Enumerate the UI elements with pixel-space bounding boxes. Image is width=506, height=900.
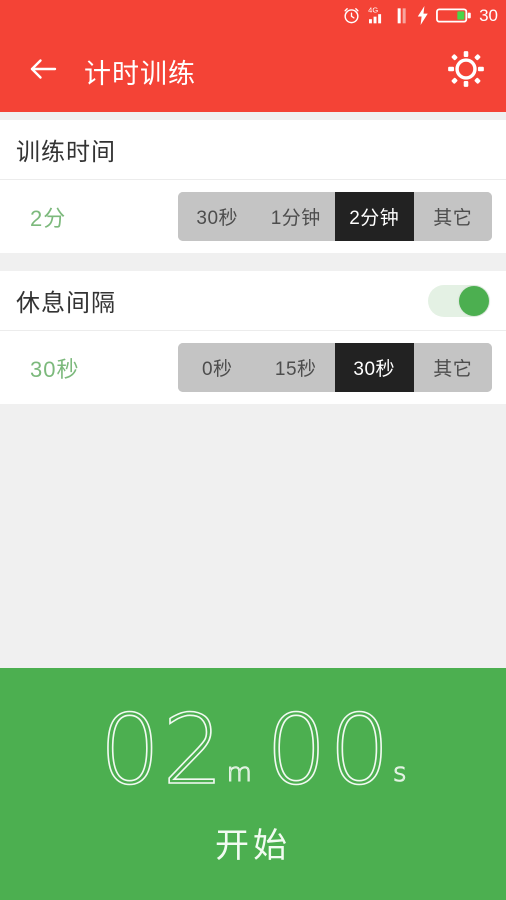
spacer-between-sections xyxy=(0,253,506,271)
battery-level-label: 30 xyxy=(479,5,498,25)
svg-text:4G: 4G xyxy=(368,6,378,15)
section-row-rest-interval: 30秒 0秒 15秒 30秒 其它 xyxy=(0,331,506,404)
status-bar-icons: 4G 30 xyxy=(342,5,498,25)
timer-seconds: 00 xyxy=(265,693,393,806)
selected-value-label: 2分 xyxy=(30,205,67,231)
segment-option-other[interactable]: 其它 xyxy=(413,343,492,392)
segmented-control-training-time[interactable]: 30秒 1分钟 2分钟 其它 xyxy=(178,192,492,241)
section-title: 训练时间 xyxy=(16,139,116,166)
page-title: 计时训练 xyxy=(84,58,196,89)
section-row-training-time: 2分 30秒 1分钟 2分钟 其它 xyxy=(0,180,506,253)
timer-display: 02 m 00 s xyxy=(99,693,408,806)
signal-bars-icon xyxy=(397,5,410,25)
status-bar: 4G 30 xyxy=(0,0,506,30)
gear-icon xyxy=(447,50,485,93)
selected-value-label: 30秒 xyxy=(30,356,80,382)
signal-4g-icon: 4G xyxy=(368,5,390,25)
back-button[interactable] xyxy=(12,40,74,102)
timer-seconds-unit: s xyxy=(393,757,408,788)
alarm-clock-icon xyxy=(342,6,361,25)
arrow-left-icon xyxy=(26,52,60,91)
segmented-control-rest-interval[interactable]: 0秒 15秒 30秒 其它 xyxy=(178,343,492,392)
section-header-training-time: 训练时间 xyxy=(0,120,506,180)
start-button-label[interactable]: 开始 xyxy=(215,818,291,867)
settings-content: 训练时间 2分 30秒 1分钟 2分钟 其它 休息间隔 30秒 0秒 15秒 3… xyxy=(0,112,506,668)
segment-option-other[interactable]: 其它 xyxy=(413,192,492,241)
segment-option-30s[interactable]: 30秒 xyxy=(178,192,257,241)
start-timer-panel[interactable]: 02 m 00 s 开始 xyxy=(0,668,506,900)
empty-space xyxy=(0,404,506,668)
section-title: 休息间隔 xyxy=(16,290,116,317)
segment-option-1min[interactable]: 1分钟 xyxy=(256,192,335,241)
section-header-rest-interval: 休息间隔 xyxy=(0,271,506,331)
segment-option-0s[interactable]: 0秒 xyxy=(178,343,257,392)
toggle-knob xyxy=(459,285,489,316)
rest-interval-toggle[interactable] xyxy=(428,284,490,317)
segment-option-15s[interactable]: 15秒 xyxy=(256,343,335,392)
section-training-time: 训练时间 2分 30秒 1分钟 2分钟 其它 xyxy=(0,120,506,253)
app-bar: 计时训练 xyxy=(0,30,506,112)
timer-minutes: 02 xyxy=(99,693,226,806)
section-rest-interval: 休息间隔 30秒 0秒 15秒 30秒 其它 xyxy=(0,271,506,404)
segment-option-30s[interactable]: 30秒 xyxy=(335,343,414,392)
timer-minutes-unit: m xyxy=(226,757,252,788)
app-screen: 4G 30 计时训练 训练时间 2分 30秒 1分钟 2分钟 其它 休息间隔 3… xyxy=(0,0,506,900)
spacer-top xyxy=(0,112,506,120)
segment-option-2min[interactable]: 2分钟 xyxy=(335,192,414,241)
battery-icon xyxy=(436,6,472,25)
lightning-bolt-icon xyxy=(417,5,429,25)
settings-button[interactable] xyxy=(440,45,492,97)
